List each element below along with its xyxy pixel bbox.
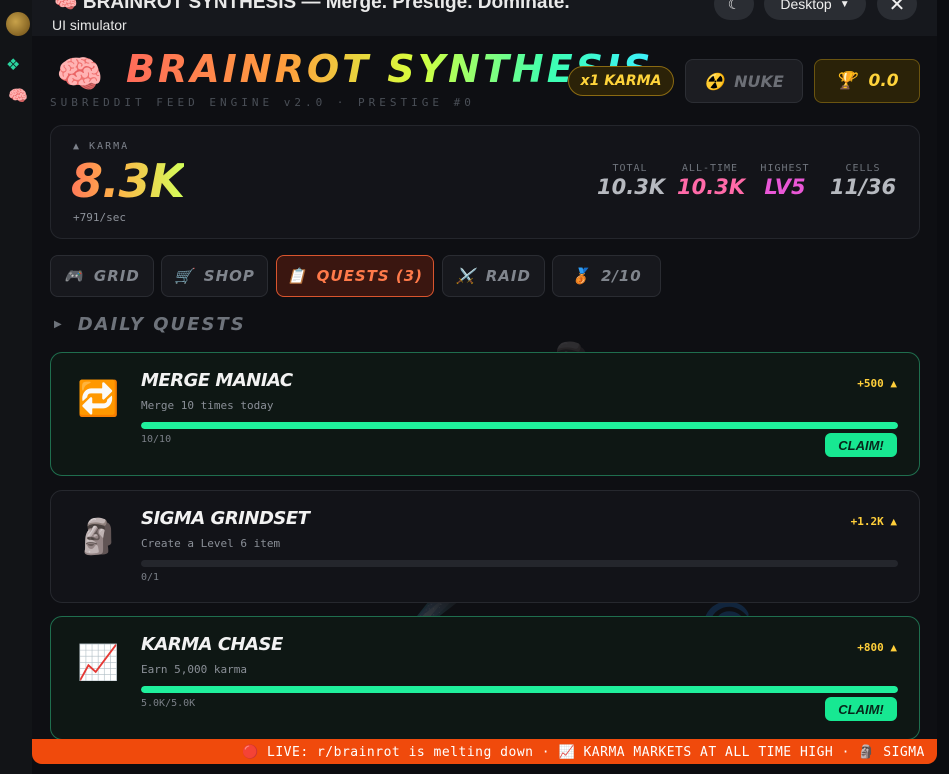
stat-cells-value: 11/36 (829, 175, 897, 199)
section-title: DAILY QUESTS (77, 314, 246, 335)
claim-button[interactable]: CLAIM! (825, 697, 897, 721)
quest-description: Merge 10 times today (141, 399, 274, 412)
tab-label: RAID (485, 267, 531, 285)
repeat-icon: 🔁 (77, 379, 120, 419)
game-controller-icon: 🎮 (64, 267, 84, 285)
stats-panel: ▲ KARMA 8.3K +791/sec TOTAL 10.3K ALL-TI… (50, 125, 920, 239)
tab-shop[interactable]: 🛒 SHOP (161, 255, 268, 297)
tab-quests[interactable]: 📋 QUESTS (3) (276, 255, 434, 297)
karma-rate: +791/sec (73, 211, 126, 224)
bronze-medal-icon: 🥉 (571, 267, 591, 285)
quest-progress-text: 5.0K/5.0K (141, 698, 196, 709)
tab-label: QUESTS (3) (316, 267, 424, 285)
window-subtitle: UI simulator (52, 17, 127, 33)
stat-highest-value: LV5 (764, 175, 806, 199)
avatar[interactable] (6, 12, 30, 36)
nuke-label: NUKE (734, 71, 784, 91)
quest-title: KARMA CHASE (141, 634, 283, 655)
trophy-value: 0.0 (868, 71, 899, 91)
quest-title: SIGMA GRINDSET (141, 508, 310, 529)
cube-icon[interactable]: ❖ (6, 56, 24, 74)
caret-right-icon: ▶ (54, 319, 64, 330)
stat-cells-label: CELLS (845, 163, 881, 174)
tab-raid[interactable]: ⚔️ RAID (442, 255, 545, 297)
stat-alltime: ALL-TIME 10.3K (677, 163, 746, 199)
stat-highest: HIGHEST LV5 (755, 163, 815, 199)
moai-icon: 🗿 (77, 517, 120, 557)
stat-alltime-label: ALL-TIME (681, 163, 739, 174)
quest-card-karma-chase: 📈 KARMA CHASE Earn 5,000 karma +800 ▲ 5.… (50, 616, 920, 740)
quest-description: Create a Level 6 item (141, 537, 281, 550)
stat-alltime-value: 10.3K (677, 175, 746, 199)
device-select[interactable]: Desktop ▼ (764, 0, 866, 20)
stat-cells: CELLS 11/36 (827, 163, 899, 199)
trophy-button[interactable]: 🏆 0.0 (814, 59, 920, 103)
close-button[interactable]: ✕ (877, 0, 917, 20)
quest-progress-text: 0/1 (141, 572, 160, 583)
stat-highest-label: HIGHEST (760, 163, 810, 174)
quest-card-sigma-grindset: 🗿 SIGMA GRINDSET Create a Level 6 item +… (50, 490, 920, 603)
ticker-text: 🔴 LIVE: r/brainrot is melting down · 📈 K… (242, 745, 925, 760)
window-title: 🧠 BRAINROT SYNTHESIS — Merge. Prestige. … (54, 0, 570, 13)
daily-quests-header[interactable]: ▶ DAILY QUESTS (54, 314, 246, 335)
tab-label: 2/10 (600, 267, 642, 285)
quest-reward: +800 ▲ (857, 641, 897, 654)
tab-label: GRID (93, 267, 140, 285)
stat-total-value: 10.3K (597, 175, 666, 199)
nuke-button[interactable]: ☢️ NUKE (685, 59, 803, 103)
tab-rank[interactable]: 🥉 2/10 (552, 255, 661, 297)
shopping-cart-icon: 🛒 (174, 267, 194, 285)
app-sidebar-edge: ❖ 🧠 (0, 0, 32, 774)
window-titlebar: 🧠 BRAINROT SYNTHESIS — Merge. Prestige. … (32, 0, 937, 36)
quest-progress-fill (141, 686, 898, 693)
tab-label: SHOP (203, 267, 255, 285)
quest-card-merge-maniac: 🔁 MERGE MANIAC Merge 10 times today +500… (50, 352, 920, 476)
chevron-down-icon: ▼ (839, 0, 850, 10)
quest-progress-bar (141, 422, 898, 429)
quest-progress-fill (141, 422, 898, 429)
stat-total-label: TOTAL (612, 163, 648, 174)
karma-label: ▲ KARMA (73, 141, 130, 152)
chart-increasing-icon: 📈 (77, 643, 120, 683)
quest-progress-bar (141, 560, 898, 567)
trophy-icon: 🏆 (835, 71, 857, 91)
quest-description: Earn 5,000 karma (141, 663, 247, 676)
stat-total: TOTAL 10.3K (597, 163, 666, 199)
brain-icon[interactable]: 🧠 (8, 86, 28, 105)
device-label: Desktop (780, 0, 832, 12)
news-ticker: 🔴 LIVE: r/brainrot is melting down · 📈 K… (32, 739, 937, 764)
simulator-window: 🧠 BRAINROT SYNTHESIS — Merge. Prestige. … (32, 0, 937, 764)
crossed-swords-icon: ⚔️ (456, 267, 476, 285)
quest-title: MERGE MANIAC (141, 370, 293, 391)
moon-icon: ☾ (727, 0, 741, 12)
brain-logo-icon: 🧠 (56, 52, 104, 96)
quest-progress-text: 10/10 (141, 434, 172, 445)
game-tagline: SUBREDDIT FEED ENGINE v2.0 · PRESTIGE #0 (50, 96, 475, 109)
karma-value: 8.3K (71, 154, 185, 208)
claim-button[interactable]: CLAIM! (825, 433, 897, 457)
quest-progress-bar (141, 686, 898, 693)
radioactive-icon: ☢️ (704, 71, 725, 91)
theme-toggle-button[interactable]: ☾ (714, 0, 754, 20)
karma-multiplier-badge: x1 KARMA (568, 66, 674, 96)
quest-reward: +500 ▲ (857, 377, 897, 390)
clipboard-icon: 📋 (286, 267, 307, 285)
close-icon: ✕ (888, 0, 906, 16)
quest-reward: +1.2K ▲ (850, 515, 897, 528)
tab-grid[interactable]: 🎮 GRID (50, 255, 154, 297)
